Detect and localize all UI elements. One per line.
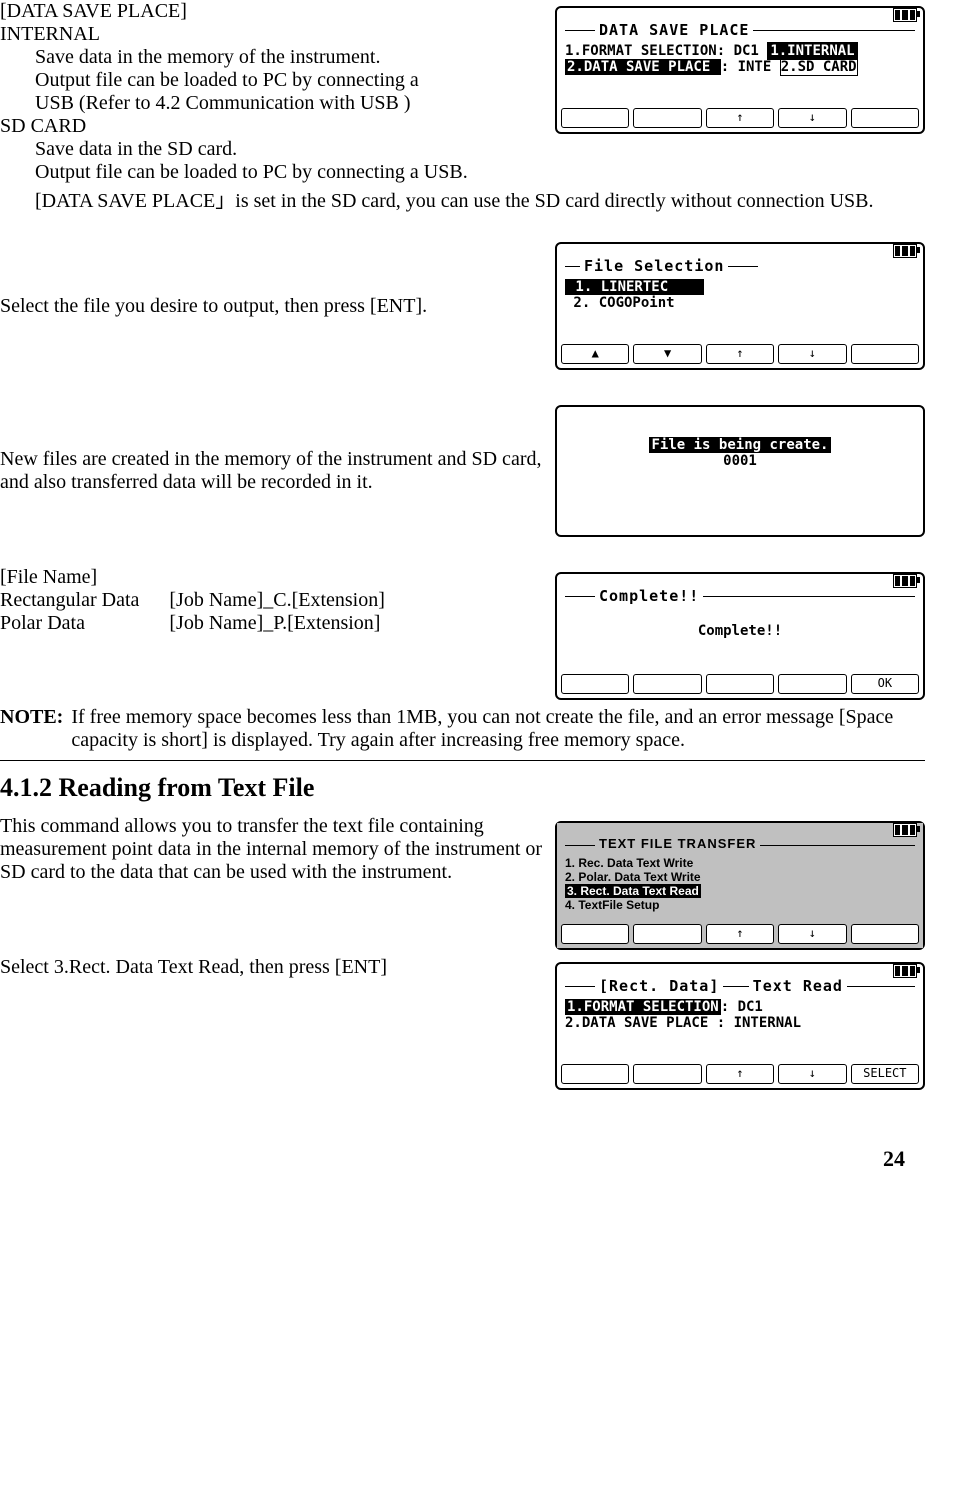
battery-icon	[893, 823, 917, 837]
softkey[interactable]	[778, 674, 846, 694]
softkey-down[interactable]: ↓	[778, 924, 846, 944]
text: Output file can be loaded to PC by conne…	[35, 161, 925, 184]
page-number: 24	[0, 1146, 925, 1172]
status-message: File is being create.	[649, 437, 830, 453]
softkey-ok[interactable]: OK	[851, 674, 919, 694]
softkey-up[interactable]: ↑	[706, 108, 774, 128]
screen-text-file-transfer: TEXT FILE TRANSFER 1. Rec. Data Text Wri…	[555, 821, 925, 950]
text: USB (Refer to 4.2 Communication with USB…	[35, 92, 545, 115]
softkey-up[interactable]: ↑	[706, 924, 774, 944]
menu-item: 2.DATA SAVE PLACE	[565, 1015, 717, 1031]
softkey-down[interactable]: ↓	[778, 108, 846, 128]
value: [Job Name]_P.[Extension]	[169, 612, 415, 635]
heading-data-save-place: [DATA SAVE PLACE]	[0, 0, 545, 23]
softkey[interactable]	[633, 108, 701, 128]
menu-item-selected: 3. Rect. Data Text Read	[565, 884, 701, 898]
file-item: 2. COGOPoint	[565, 295, 758, 311]
softkey[interactable]	[561, 1064, 629, 1084]
softkey[interactable]	[851, 924, 919, 944]
text: Save data in the SD card.	[35, 138, 545, 161]
softkey[interactable]	[633, 674, 701, 694]
menu-item: 4. TextFile Setup	[565, 898, 915, 912]
label: Polar Data	[0, 612, 169, 635]
softkey[interactable]	[851, 344, 919, 364]
screen-title: TEXT FILE TRANSFER	[595, 836, 760, 851]
note-label: NOTE:	[0, 706, 71, 752]
menu-item: 2. Polar. Data Text Write	[565, 870, 915, 884]
battery-icon	[893, 244, 917, 258]
softkey[interactable]	[851, 108, 919, 128]
screen-file-creating: File is being create. 0001	[555, 405, 925, 537]
counter: 0001	[565, 453, 915, 469]
softkey-tdown[interactable]: ▼	[633, 344, 701, 364]
softkey[interactable]	[633, 1064, 701, 1084]
menu-item-selected: 2.DATA SAVE PLACE	[565, 59, 721, 75]
text: Save data in the memory of the instrumen…	[35, 46, 545, 69]
softkey-down[interactable]: ↓	[778, 344, 846, 364]
value: : INTERNAL	[717, 1015, 801, 1031]
section-heading: 4.1.2 Reading from Text File	[0, 773, 925, 803]
softkey[interactable]	[706, 674, 774, 694]
text: Select the file you desire to output, th…	[0, 295, 545, 318]
battery-icon	[893, 8, 917, 22]
screen-title: File Selection	[580, 257, 728, 275]
battery-icon	[893, 964, 917, 978]
softkey-tup[interactable]: ▲	[561, 344, 629, 364]
text: This command allows you to transfer the …	[0, 815, 545, 884]
note-text: If free memory space becomes less than 1…	[71, 706, 925, 752]
status-message: Complete!!	[565, 609, 915, 653]
heading-file-name: [File Name]	[0, 566, 545, 589]
screen-title-left: [Rect. Data]	[595, 977, 723, 995]
softkey-up[interactable]: ↑	[706, 344, 774, 364]
softkey[interactable]	[561, 674, 629, 694]
screen-complete: Complete!! Complete!! OK	[555, 572, 925, 700]
softkey-up[interactable]: ↑	[706, 1064, 774, 1084]
softkey-select[interactable]: SELECT	[851, 1064, 919, 1084]
divider	[0, 760, 925, 761]
softkey[interactable]	[561, 924, 629, 944]
softkey[interactable]	[633, 924, 701, 944]
screen-data-save-place: DATA SAVE PLACE 1.FORMAT SELECTION: DC1 …	[555, 6, 925, 134]
screen-title: DATA SAVE PLACE	[595, 21, 753, 39]
text: Select 3.Rect. Data Text Read, then pres…	[0, 956, 545, 979]
option-internal: INTERNAL	[0, 23, 545, 46]
battery-icon	[893, 574, 917, 588]
screen-title-right: Text Read	[749, 977, 847, 995]
text: [DATA SAVE PLACE」is set in the SD card, …	[35, 184, 925, 213]
screen-file-selection: File Selection 1. LINERTEC 2. COGOPoint …	[555, 242, 925, 370]
popup-item: 2.SD CARD	[780, 59, 858, 76]
value: [Job Name]_C.[Extension]	[169, 589, 415, 612]
value: : INTE	[721, 59, 772, 75]
softkey-down[interactable]: ↓	[778, 1064, 846, 1084]
softkey[interactable]	[561, 108, 629, 128]
text: New files are created in the memory of t…	[0, 448, 545, 494]
option-sdcard: SD CARD	[0, 115, 545, 138]
label: Rectangular Data	[0, 589, 169, 612]
text: Output file can be loaded to PC by conne…	[35, 69, 545, 92]
screen-rect-data-read: [Rect. Data] Text Read 1.FORMAT SELECTIO…	[555, 962, 925, 1090]
screen-title: Complete!!	[595, 587, 703, 605]
